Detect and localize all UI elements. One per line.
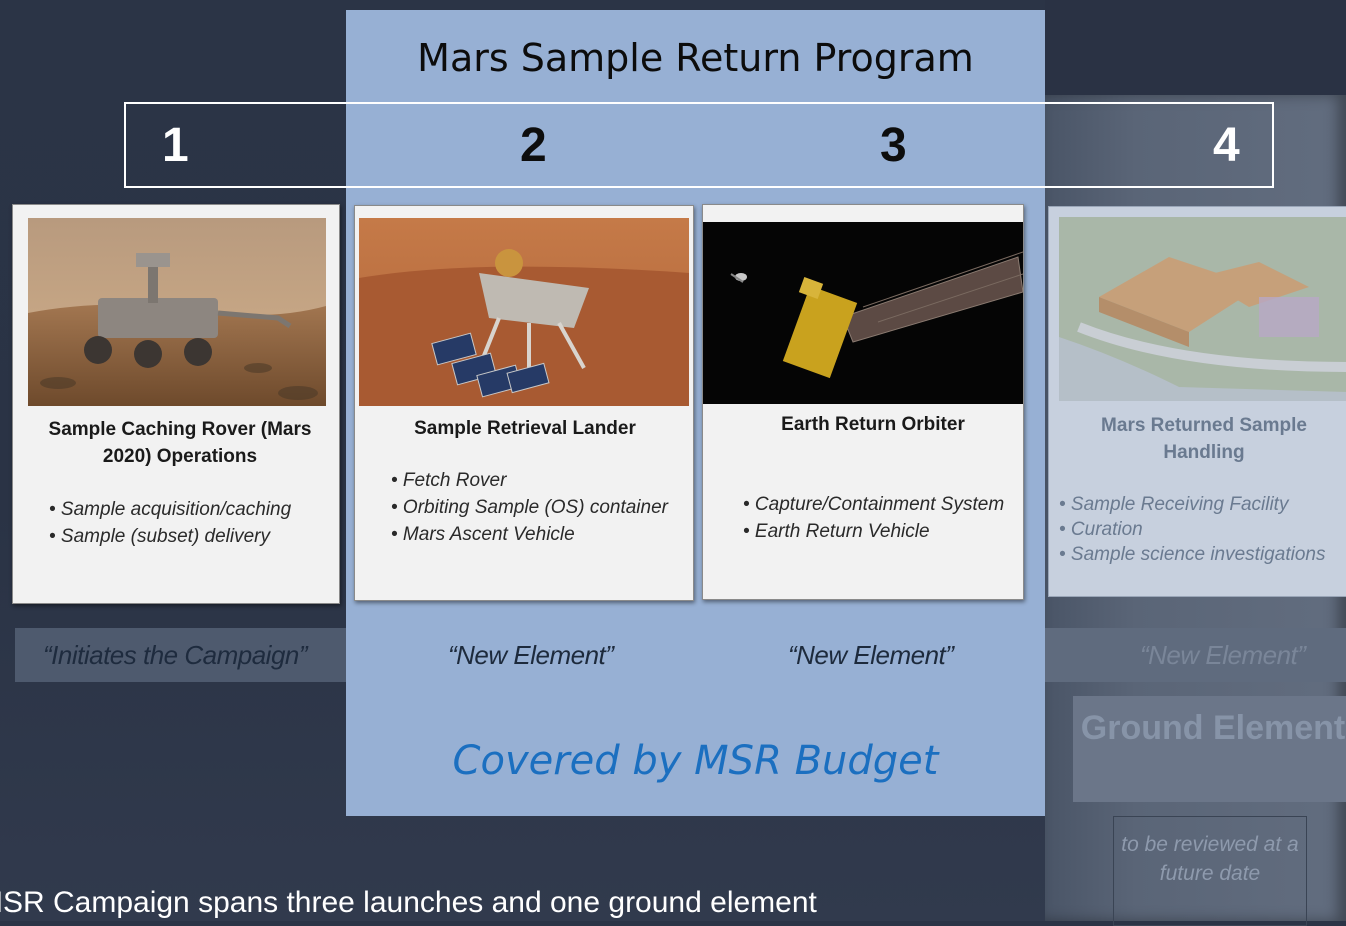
mars-2020-rover-image [28, 218, 326, 406]
card-bullet-list: • Capture/Containment System • Earth Ret… [743, 491, 1013, 545]
card-bullet-list: • Sample acquisition/caching • Sample (s… [49, 496, 319, 550]
bullet-item: • Capture/Containment System [743, 494, 1005, 515]
bullet-item: • Curation [1059, 519, 1143, 540]
sample-retrieval-lander-image [359, 218, 689, 406]
element-number-3: 3 [880, 119, 907, 172]
bullet-item: • Sample acquisition/caching [49, 499, 292, 520]
covered-by-budget-label: Covered by MSR Budget [452, 738, 939, 784]
card-title: Mars Returned Sample Handling [1101, 415, 1307, 463]
program-title: Mars Sample Return Program [417, 36, 974, 80]
footer-caption: MSR Campaign spans three launches and on… [0, 886, 817, 919]
bullet-item: • Sample Receiving Facility [1059, 494, 1289, 515]
card-title: Sample Caching Rover (Mars 2020) Operati… [48, 419, 312, 467]
quote-new-element-4: “New Element” [1140, 640, 1306, 670]
card-sample-retrieval-lander: Sample Retrieval Lander • Fetch Rover • … [354, 205, 694, 601]
card-earth-return-orbiter: Earth Return Orbiter • Capture/Containme… [702, 204, 1024, 600]
top-right-background [1045, 0, 1346, 95]
earth-return-orbiter-image [703, 222, 1024, 404]
bullet-item: • Sample science investigations [1059, 544, 1326, 565]
card-sample-caching-rover: Sample Caching Rover (Mars 2020) Operati… [12, 204, 340, 604]
bullet-item: • Mars Ascent Vehicle [391, 524, 575, 545]
card-bullet-list: • Sample Receiving Facility • Curation •… [1059, 492, 1346, 567]
bullet-item: • Sample (subset) delivery [49, 526, 271, 547]
quote-new-element-2: “New Element” [448, 640, 614, 670]
quote-new-element-3: “New Element” [788, 640, 954, 670]
bullet-item: • Orbiting Sample (OS) container [391, 497, 668, 518]
card-bullet-list: • Fetch Rover • Orbiting Sample (OS) con… [391, 467, 681, 548]
quote-initiates-campaign: “Initiates the Campaign” [43, 640, 308, 670]
review-note-text: to be reviewed at a future date [1121, 833, 1299, 885]
bullet-item: • Earth Return Vehicle [743, 521, 930, 542]
element-number-1: 1 [162, 119, 189, 172]
element-number-bar [124, 102, 1274, 188]
sample-receiving-facility-image [1059, 217, 1346, 401]
card-title: Sample Retrieval Lander [414, 418, 636, 439]
ground-element-label: Ground Element [1080, 709, 1346, 747]
card-title: Earth Return Orbiter [781, 414, 965, 435]
card-mars-returned-sample-handling: Mars Returned Sample Handling • Sample R… [1048, 206, 1346, 597]
bullet-item: • Fetch Rover [391, 470, 507, 491]
element-number-2: 2 [520, 119, 547, 172]
element-number-4: 4 [1213, 119, 1240, 172]
